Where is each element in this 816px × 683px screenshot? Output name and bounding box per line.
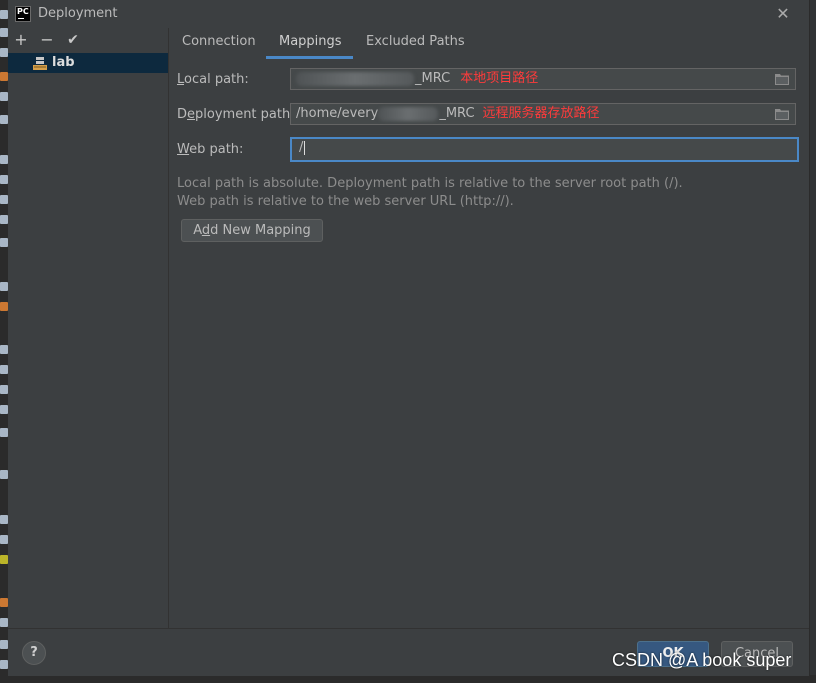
tab-mappings[interactable]: Mappings [279,34,342,54]
deployment-path-label: Deployment path: [177,107,295,122]
background-editor-strip [0,0,8,683]
server-list-panel: + − ✔ lab [8,28,169,628]
folder-icon[interactable] [775,108,789,120]
deployment-dialog: PC Deployment ✕ + − ✔ lab Connection Map… [8,0,810,676]
active-tab-indicator [266,56,353,59]
pycharm-app-icon: PC [15,6,31,22]
web-path-value: / [299,140,304,155]
add-server-button[interactable]: + [11,30,31,50]
folder-icon[interactable] [775,73,789,85]
remove-server-button[interactable]: − [37,30,57,50]
local-path-label: Local path: [177,72,249,87]
close-icon: ✕ [776,4,790,23]
add-new-mapping-button[interactable]: Add New Mapping [181,219,323,242]
close-button[interactable]: ✕ [774,5,792,23]
tab-bar: Connection Mappings Excluded Paths [169,28,809,60]
title-bar: PC Deployment ✕ [8,0,809,28]
web-path-field[interactable]: / [290,137,799,162]
deployment-path-suffix: _MRC [439,106,475,121]
hint-web-path: Web path is relative to the web server U… [177,194,514,209]
watermark: CSDN @A book super [612,650,792,670]
deployment-path-annotation: 远程服务器存放路径 [482,106,600,121]
tab-connection[interactable]: Connection [182,34,256,54]
redacted-text [296,71,414,86]
background-editor-bottom [0,675,816,683]
set-default-button[interactable]: ✔ [63,30,83,50]
web-path-label: Web path: [177,142,244,157]
deployment-path-field[interactable]: /home/every _MRC 远程服务器存放路径 [290,103,796,125]
hint-local-path: Local path is absolute. Deployment path … [177,176,683,191]
local-path-field[interactable]: _MRC 本地项目路径 [290,68,796,90]
redacted-text [378,106,439,121]
local-path-value: _MRC [415,71,451,86]
window-title: Deployment [38,6,118,21]
text-caret [304,140,306,155]
settings-panel: Connection Mappings Excluded Paths Local… [169,28,809,628]
tab-excluded-paths[interactable]: Excluded Paths [366,34,465,54]
sftp-server-icon [33,57,47,70]
deployment-path-prefix: /home/every [296,106,379,121]
server-name: lab [52,55,75,70]
background-scrollbar [809,0,816,683]
tree-item-server[interactable]: lab [8,53,168,73]
help-button[interactable]: ? [22,641,46,665]
local-path-annotation: 本地项目路径 [460,71,539,86]
